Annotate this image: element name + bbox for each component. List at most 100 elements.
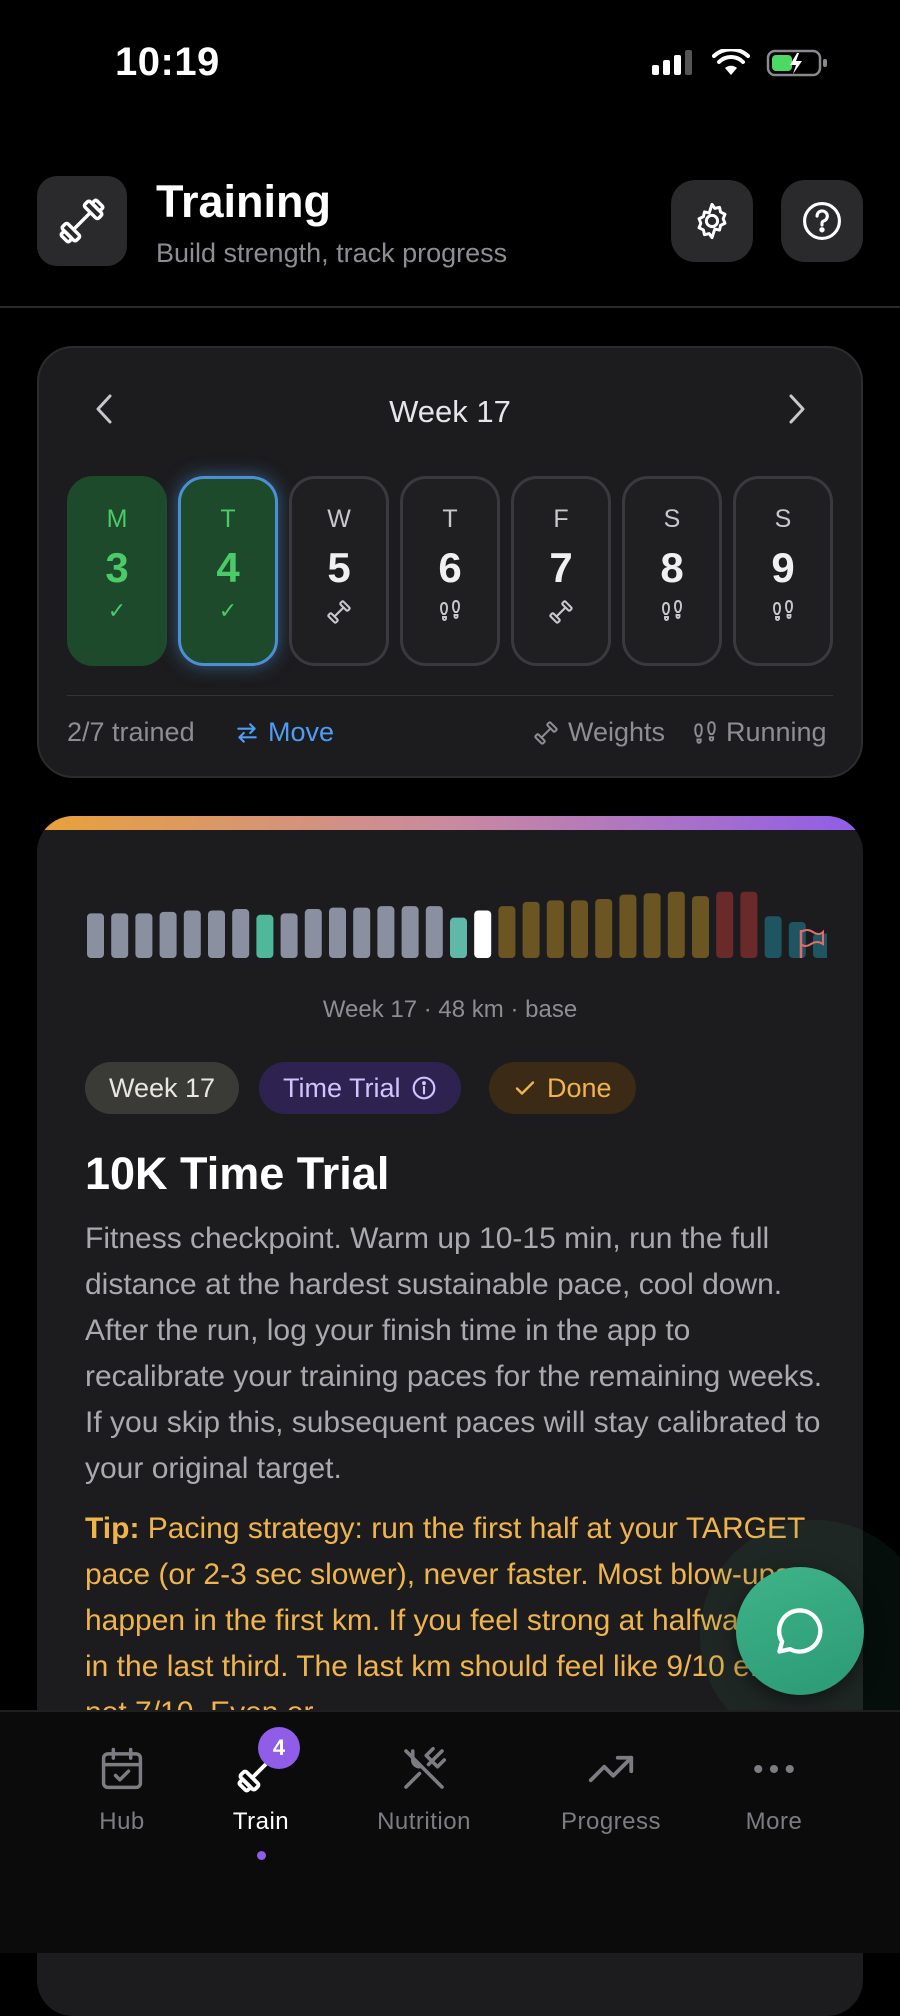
- day-number: 8: [660, 544, 684, 591]
- week-bar: [111, 913, 129, 958]
- week-bar: [280, 913, 298, 958]
- week-title: Week 17: [389, 394, 511, 429]
- week-bar: [232, 909, 250, 958]
- week-bar: [474, 910, 492, 958]
- day-cell[interactable]: W5: [289, 476, 389, 666]
- workout-description: Fitness checkpoint. Warm up 10-15 min, r…: [85, 1222, 823, 1485]
- time-trial-pill-label: Time Trial: [283, 1072, 401, 1103]
- week-bar: [522, 901, 540, 958]
- status-time: 10:19: [115, 40, 220, 84]
- checkmark-icon: ✓: [107, 598, 127, 623]
- time-trial-pill[interactable]: Time Trial: [259, 1062, 461, 1114]
- trained-count: 2/7 trained: [67, 717, 195, 747]
- week-bar: [716, 891, 734, 958]
- active-tab-indicator: [257, 1851, 266, 1860]
- settings-button[interactable]: [671, 180, 753, 262]
- tab-hub-label: Hub: [99, 1808, 145, 1835]
- next-week-button[interactable]: [785, 392, 809, 435]
- week-pill: Week 17: [85, 1062, 240, 1114]
- week-bar: [764, 916, 782, 958]
- tab-more-label: More: [745, 1808, 803, 1835]
- week-bar: [329, 907, 346, 958]
- tip-label: Tip:: [85, 1512, 140, 1545]
- legend-running: Running: [692, 717, 827, 748]
- footprints-icon: [660, 598, 684, 630]
- legend-running-label: Running: [726, 717, 827, 747]
- week-bar: [692, 896, 709, 958]
- header-divider: [0, 306, 900, 308]
- fork-knife-icon: [404, 1746, 447, 1789]
- day-cell[interactable]: T6: [400, 476, 500, 666]
- week-pill-label: Week 17: [109, 1072, 216, 1103]
- train-badge: 4: [258, 1727, 300, 1769]
- week-bar: [813, 933, 827, 958]
- day-number: 6: [438, 544, 462, 591]
- tab-more[interactable]: More: [699, 1742, 849, 1836]
- done-pill: Done: [489, 1062, 636, 1114]
- gear-icon: [697, 202, 727, 240]
- day-letter: T: [442, 505, 458, 533]
- tab-train-label: Train: [232, 1808, 290, 1835]
- day-number: 4: [216, 544, 240, 591]
- tab-hub[interactable]: Hub: [47, 1742, 197, 1836]
- wifi-icon: [712, 49, 750, 75]
- bars-caption: Week 17 · 48 km · base: [322, 996, 578, 1023]
- week-bar: [304, 909, 322, 958]
- week-bar: [135, 913, 153, 958]
- day-cell[interactable]: S8: [622, 476, 722, 666]
- tab-nutrition-label: Nutrition: [377, 1808, 471, 1835]
- week-bar: [643, 893, 661, 958]
- week-bar: [595, 898, 613, 958]
- week-bar: [183, 910, 201, 958]
- day-letter: M: [106, 505, 128, 533]
- workout-title: 10K Time Trial: [85, 1148, 390, 1199]
- day-cell[interactable]: T 4 ✓: [178, 476, 278, 666]
- day-cell[interactable]: S9: [733, 476, 833, 666]
- chat-bubble-icon: [776, 1608, 823, 1654]
- day-letter: S: [663, 505, 681, 533]
- week-bar: [87, 913, 104, 958]
- trending-up-icon: [588, 1755, 634, 1783]
- week-bar: [546, 900, 564, 958]
- week-bar: [667, 891, 685, 958]
- calendar-check-icon: [101, 1747, 143, 1790]
- move-button[interactable]: Move: [234, 717, 334, 748]
- day-number: 3: [105, 544, 129, 591]
- chat-button[interactable]: [736, 1567, 864, 1695]
- page-title: Training: [156, 176, 332, 227]
- footprints-icon: [438, 598, 462, 630]
- swap-arrows-icon: [237, 722, 257, 743]
- help-button[interactable]: [781, 180, 863, 262]
- day-cell[interactable]: F7: [511, 476, 611, 666]
- week-bar: [256, 914, 274, 958]
- day-letter: F: [553, 505, 569, 533]
- page-subtitle: Build strength, track progress: [156, 238, 508, 268]
- legend-weights-label: Weights: [568, 717, 666, 747]
- week-bar: [401, 906, 419, 958]
- chevron-right-icon: [789, 394, 805, 424]
- dumbbell-icon: [59, 198, 105, 244]
- day-letter: S: [774, 505, 792, 533]
- tab-progress-label: Progress: [560, 1808, 662, 1835]
- tab-progress[interactable]: Progress: [536, 1742, 686, 1836]
- tab-nutrition[interactable]: Nutrition: [349, 1742, 499, 1836]
- day-cell[interactable]: M 3 ✓: [67, 476, 167, 666]
- week-bar: [208, 910, 225, 958]
- week-bar: [740, 891, 758, 958]
- week-bar: [159, 911, 177, 958]
- week-bar: [498, 906, 516, 958]
- checkmark-icon: [515, 1081, 535, 1095]
- status-icons: [650, 48, 828, 78]
- training-plan-bars[interactable]: [87, 886, 827, 958]
- done-pill-label: Done: [547, 1072, 612, 1103]
- checkmark-icon: ✓: [218, 598, 238, 623]
- week-bar: [353, 907, 371, 958]
- battery-charging-icon: [766, 49, 827, 77]
- footprints-icon: [771, 598, 795, 630]
- week-bar: [571, 900, 588, 958]
- move-label: Move: [268, 717, 335, 747]
- cellular-signal-icon: [652, 50, 692, 75]
- card-accent-bar: [37, 816, 863, 830]
- legend-weights: Weights: [532, 717, 665, 748]
- day-number: 7: [549, 544, 573, 591]
